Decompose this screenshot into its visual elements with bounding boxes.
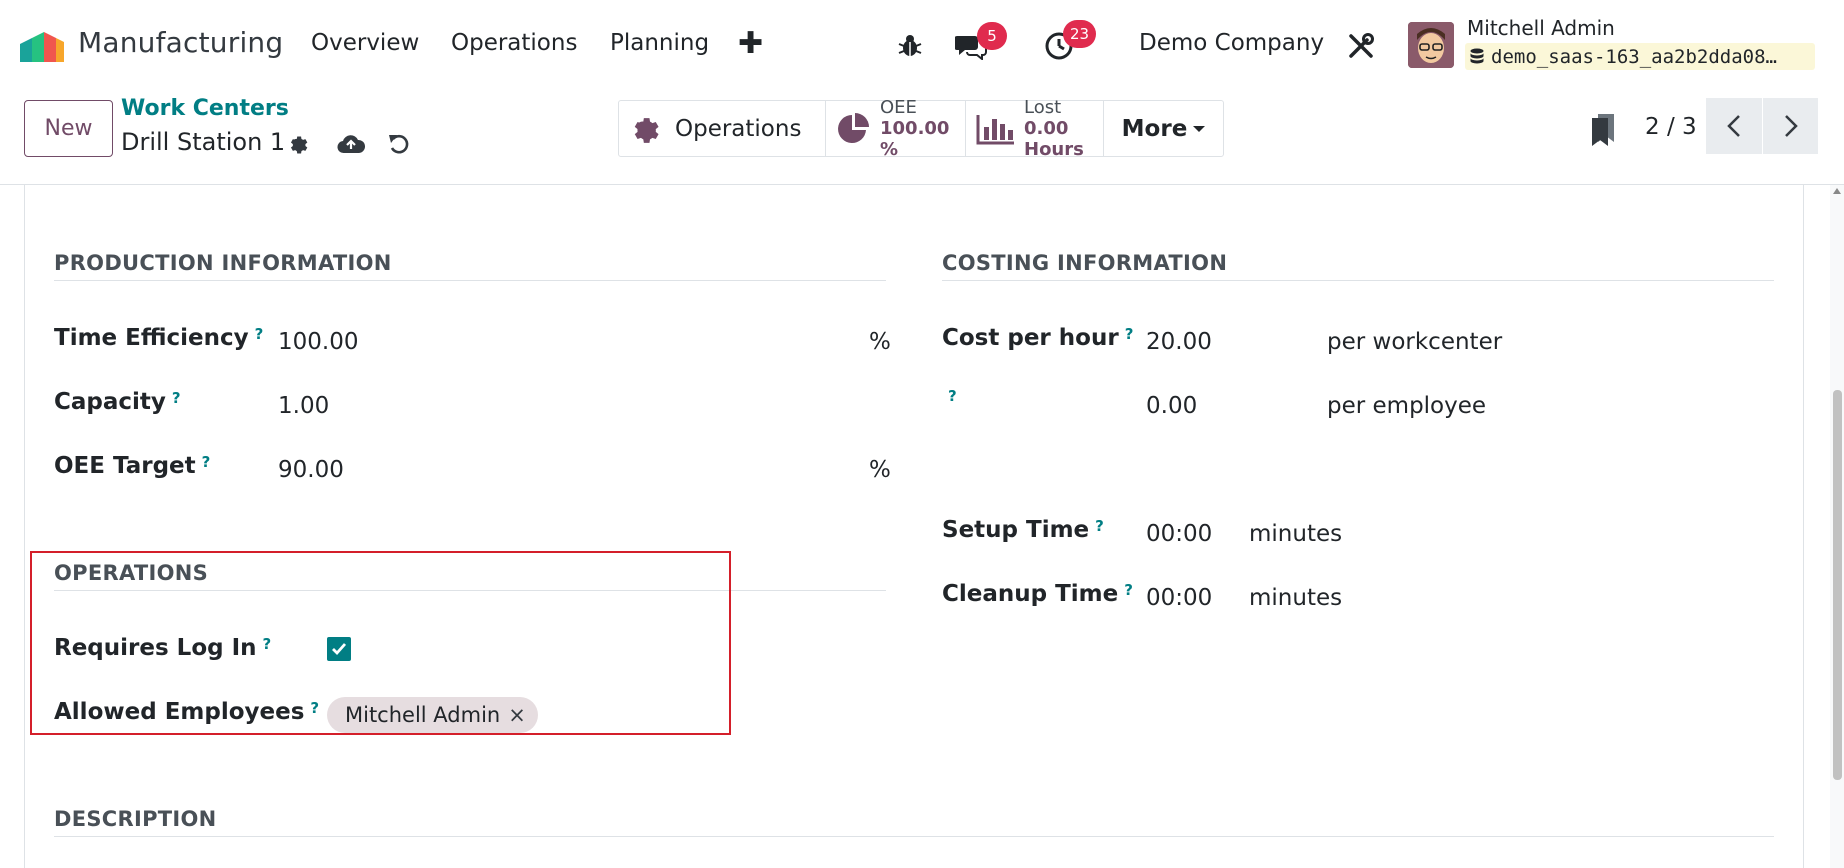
caret-down-icon xyxy=(1193,125,1206,132)
database-name: demo_saas-163_aa2b2dda08… xyxy=(1465,43,1815,70)
operations-smart-button[interactable]: Operations xyxy=(619,101,826,156)
breadcrumb-current-record: Drill Station 1 xyxy=(121,128,286,156)
scroll-up-arrow-icon[interactable] xyxy=(1833,188,1841,194)
setup-time-unit: minutes xyxy=(1249,521,1343,547)
pager-value[interactable]: 2 / 3 xyxy=(1645,114,1697,140)
oee-title: OEE xyxy=(880,97,917,118)
setup-time-label: Setup Time? xyxy=(942,517,1104,543)
menu-planning[interactable]: Planning xyxy=(610,30,709,56)
chevron-right-icon xyxy=(1784,115,1798,137)
oee-unit: % xyxy=(880,139,899,160)
vertical-scrollbar[interactable] xyxy=(1830,185,1844,868)
discard-undo-icon[interactable] xyxy=(384,129,414,159)
cost-per-hour-field[interactable]: 20.00 xyxy=(1146,329,1212,355)
oee-target-unit: % xyxy=(869,457,891,483)
help-tooltip-icon[interactable]: ? xyxy=(172,389,181,407)
messages-count-badge: 5 xyxy=(977,22,1007,50)
form-view: PRODUCTION INFORMATION Time Efficiency? … xyxy=(0,185,1844,868)
save-cloud-upload-icon[interactable] xyxy=(336,129,366,159)
help-tooltip-icon[interactable]: ? xyxy=(202,453,211,471)
section-divider xyxy=(942,280,1774,281)
costing-information-title: COSTING INFORMATION xyxy=(942,251,1228,275)
activities-count-badge: 23 xyxy=(1063,20,1097,48)
cost-per-hour-label: Cost per hour? xyxy=(942,325,1134,351)
breadcrumb-work-centers[interactable]: Work Centers xyxy=(121,96,289,121)
debug-bug-icon[interactable] xyxy=(894,30,926,62)
lost-unit: Hours xyxy=(1024,139,1084,160)
chevron-left-icon xyxy=(1727,115,1740,137)
pie-chart-icon xyxy=(838,112,869,143)
cleanup-time-label: Cleanup Time? xyxy=(942,581,1133,607)
settings-tools-icon[interactable] xyxy=(1345,30,1377,62)
lost-smart-button[interactable]: Lost 0.00 Hours xyxy=(966,97,1104,160)
more-dropdown[interactable]: More xyxy=(1104,101,1223,156)
top-navbar: Manufacturing Overview Operations Planni… xyxy=(0,0,1844,90)
pager-previous-button[interactable] xyxy=(1706,98,1762,154)
cleanup-time-unit: minutes xyxy=(1249,585,1343,611)
more-label: More xyxy=(1121,115,1188,142)
setup-time-field[interactable]: 00:00 xyxy=(1146,521,1212,547)
time-efficiency-field[interactable]: 100.00 xyxy=(278,329,358,355)
lost-value: 0.00 xyxy=(1024,118,1069,139)
control-panel: New Work Centers Drill Station 1 Operati… xyxy=(0,90,1844,185)
app-name[interactable]: Manufacturing xyxy=(78,26,283,59)
help-tooltip-icon[interactable]: ? xyxy=(948,387,957,405)
employee-cost-field[interactable]: 0.00 xyxy=(1146,393,1197,419)
oee-target-field[interactable]: 90.00 xyxy=(278,457,344,483)
section-divider xyxy=(54,280,886,281)
user-name[interactable]: Mitchell Admin xyxy=(1467,16,1615,40)
menu-operations[interactable]: Operations xyxy=(451,30,577,56)
help-tooltip-icon[interactable]: ? xyxy=(1124,581,1133,599)
oee-target-label: OEE Target? xyxy=(54,453,211,479)
cost-per-hour-unit: per workcenter xyxy=(1327,329,1503,355)
highlight-annotation-box xyxy=(30,551,731,735)
production-information-title: PRODUCTION INFORMATION xyxy=(54,251,392,275)
capacity-label: Capacity? xyxy=(54,389,181,415)
lost-title: Lost xyxy=(1024,97,1062,118)
gear-icon xyxy=(634,117,659,143)
database-label: demo_saas-163_aa2b2dda08… xyxy=(1491,45,1777,68)
company-switcher[interactable]: Demo Company xyxy=(1139,30,1324,56)
gear-icon[interactable] xyxy=(283,129,313,159)
user-avatar[interactable] xyxy=(1408,22,1454,68)
employee-cost-unit: per employee xyxy=(1327,393,1487,419)
activities-clock-icon[interactable]: 23 xyxy=(1043,20,1097,62)
time-efficiency-unit: % xyxy=(869,329,891,355)
time-efficiency-label: Time Efficiency? xyxy=(54,325,264,351)
menu-overview[interactable]: Overview xyxy=(311,30,419,56)
cleanup-time-field[interactable]: 00:00 xyxy=(1146,585,1212,611)
database-icon xyxy=(1470,48,1484,63)
new-button[interactable]: New xyxy=(24,100,113,157)
plus-icon[interactable]: ✚ xyxy=(738,26,763,61)
manufacturing-app-icon[interactable] xyxy=(18,28,66,64)
bar-chart-icon xyxy=(976,114,1014,144)
messages-chat-icon[interactable]: 5 xyxy=(955,22,1007,62)
help-tooltip-icon[interactable]: ? xyxy=(1095,517,1104,535)
form-sheet xyxy=(24,185,1804,868)
scrollbar-thumb[interactable] xyxy=(1833,390,1842,780)
oee-value: 100.00 xyxy=(880,118,950,139)
section-divider xyxy=(54,836,1774,837)
smart-buttons-bar: Operations OEE 100.00 % Lost 0.00 Hours … xyxy=(618,97,1224,160)
description-section-title: DESCRIPTION xyxy=(54,807,217,831)
pager-next-button[interactable] xyxy=(1762,98,1818,154)
operations-label: Operations xyxy=(675,115,802,142)
help-tooltip-icon[interactable]: ? xyxy=(1125,325,1134,343)
bookmarks-icon xyxy=(1588,112,1618,148)
capacity-field[interactable]: 1.00 xyxy=(278,393,329,419)
help-tooltip-icon[interactable]: ? xyxy=(255,325,264,343)
oee-smart-button[interactable]: OEE 100.00 % xyxy=(826,97,966,160)
employee-cost-label: ? xyxy=(942,387,957,413)
